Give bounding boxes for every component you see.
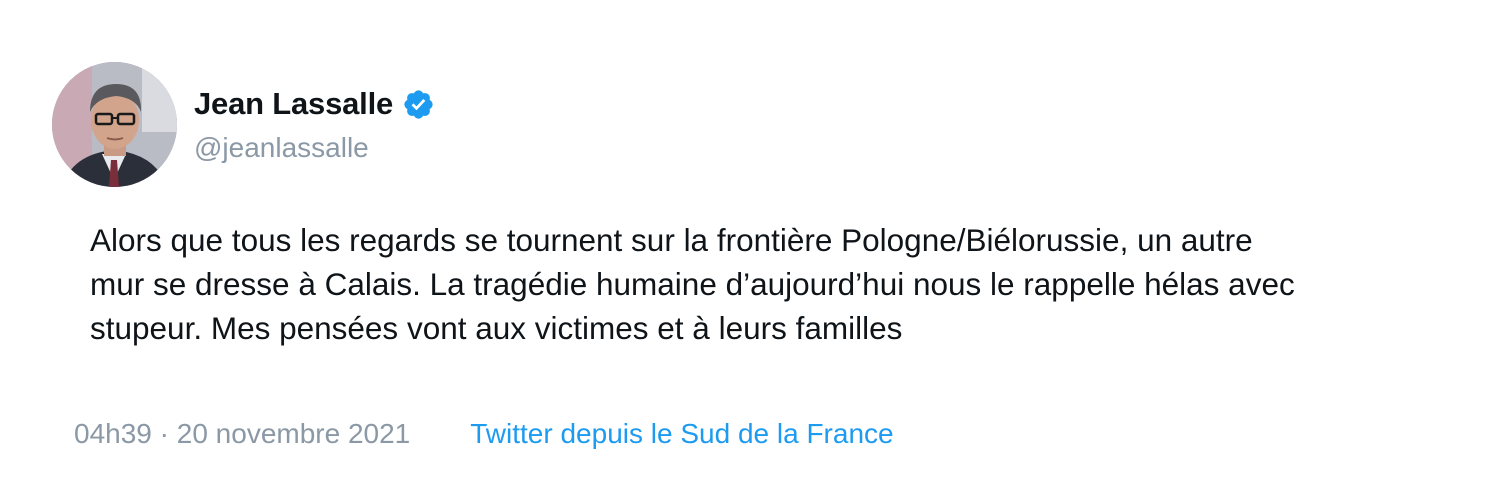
author-handle[interactable]: @jeanlassalle (194, 130, 369, 166)
avatar[interactable] (52, 62, 177, 187)
verified-badge-icon (402, 88, 435, 121)
author-display-name[interactable]: Jean Lassalle (194, 84, 393, 124)
tweet-timestamp[interactable]: 04h39 · 20 novembre 2021 (74, 418, 410, 450)
tweet-text: Alors que tous les regards se tournent s… (90, 218, 1470, 350)
tweet-text-line: stupeur. Mes pensées vont aux victimes e… (90, 310, 903, 346)
tweet-text-line: Alors que tous les regards se tournent s… (90, 222, 1253, 258)
profile-photo (52, 62, 177, 187)
tweet-card: Jean Lassalle @jeanlassalle Alors que to… (0, 0, 1500, 500)
tweet-meta: 04h39 · 20 novembre 2021 Twitter depuis … (74, 414, 894, 454)
tweet-text-line: mur se dresse à Calais. La tragédie huma… (90, 266, 1295, 302)
tweet-source-link[interactable]: Twitter depuis le Sud de la France (470, 418, 893, 450)
author-name-row: Jean Lassalle (194, 84, 435, 124)
